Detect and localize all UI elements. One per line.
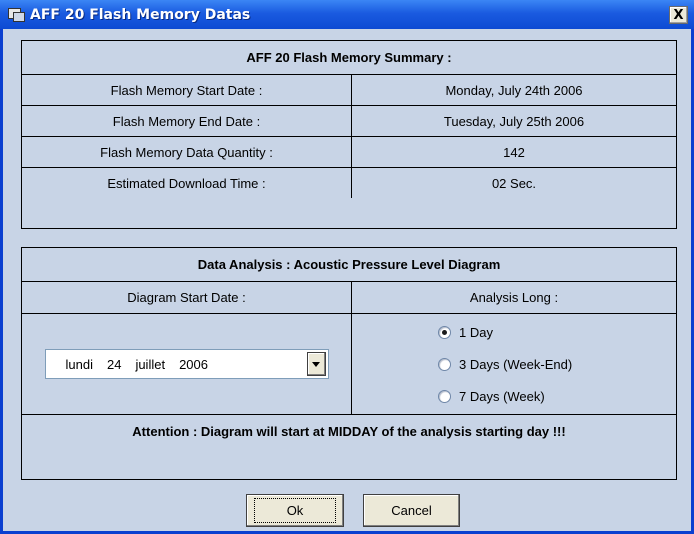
analysis-long-radio-group: 1 Day 3 Days (Week-End) 7 Days (Week) — [352, 325, 676, 404]
dropdown-button[interactable] — [306, 352, 326, 376]
app-icon — [8, 7, 25, 22]
summary-row: Flash Memory End Date : Tuesday, July 25… — [22, 105, 676, 136]
radio-7-days[interactable]: 7 Days (Week) — [438, 389, 545, 404]
radio-label: 1 Day — [459, 324, 493, 340]
summary-panel: AFF 20 Flash Memory Summary : Flash Memo… — [21, 40, 677, 229]
summary-row: Flash Memory Start Date : Monday, July 2… — [22, 74, 676, 105]
radio-label: 3 Days (Week-End) — [459, 356, 573, 372]
radio-unchecked-icon[interactable] — [438, 357, 451, 371]
summary-label: Estimated Download Time : — [22, 168, 352, 198]
summary-value: 142 — [503, 144, 525, 160]
summary-value: 02 Sec. — [491, 175, 537, 191]
diagram-start-label: Diagram Start Date : — [22, 282, 352, 313]
analysis-header: Data Analysis : Acoustic Pressure Level … — [197, 257, 501, 272]
summary-header: AFF 20 Flash Memory Summary : — [246, 50, 452, 65]
radio-3-days[interactable]: 3 Days (Week-End) — [438, 357, 572, 372]
radio-1-day[interactable]: 1 Day — [438, 325, 493, 340]
attention-note: Attention : Diagram will start at MIDDAY… — [132, 423, 566, 439]
ok-button[interactable]: Ok — [246, 494, 344, 527]
analysis-panel: Data Analysis : Acoustic Pressure Level … — [21, 247, 677, 480]
summary-label: Flash Memory Data Quantity : — [22, 137, 352, 167]
analysis-options-cell: 1 Day 3 Days (Week-End) 7 Days (Week) — [352, 314, 676, 414]
chevron-down-icon — [312, 361, 320, 367]
cancel-button[interactable]: Cancel — [363, 494, 460, 527]
title-bar[interactable]: AFF 20 Flash Memory Datas X — [0, 0, 694, 29]
date-weekday[interactable]: lundi — [66, 357, 93, 372]
date-month[interactable]: juillet — [135, 357, 165, 372]
radio-label: 7 Days (Week) — [459, 388, 545, 404]
summary-label: Flash Memory End Date : — [22, 106, 352, 136]
date-picker-cell: lundi 24 juillet 2006 — [22, 314, 352, 414]
dialog-window: AFF 20 Flash Memory Datas X AFF 20 Flash… — [0, 0, 694, 534]
summary-row: Estimated Download Time : 02 Sec. — [22, 167, 676, 198]
ok-button-label: Ok — [253, 498, 337, 523]
radio-unchecked-icon[interactable] — [438, 389, 451, 403]
radio-checked-icon[interactable] — [438, 325, 451, 339]
close-button[interactable]: X — [669, 6, 688, 24]
date-year[interactable]: 2006 — [179, 357, 208, 372]
date-picker[interactable]: lundi 24 juillet 2006 — [44, 349, 329, 379]
window-title: AFF 20 Flash Memory Datas — [30, 6, 251, 23]
date-day[interactable]: 24 — [107, 357, 121, 372]
summary-label: Flash Memory Start Date : — [22, 75, 352, 105]
summary-value: Monday, July 24th 2006 — [445, 82, 583, 98]
summary-row: Flash Memory Data Quantity : 142 — [22, 136, 676, 167]
analysis-long-label: Analysis Long : — [469, 290, 559, 305]
summary-value: Tuesday, July 25th 2006 — [443, 113, 585, 129]
